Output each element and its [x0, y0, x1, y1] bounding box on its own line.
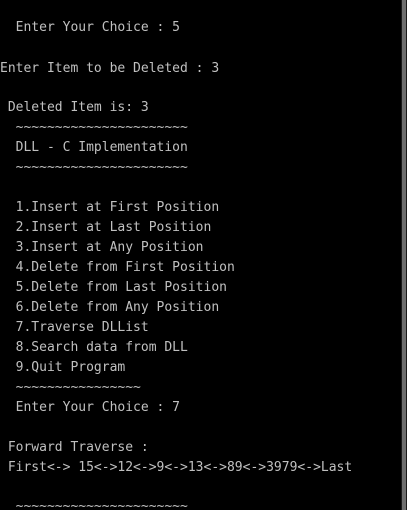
- console-line: ~~~~~~~~~~~~~~~~~~~~~~: [0, 160, 188, 175]
- menu-item-3: 3.Insert at Any Position: [0, 240, 204, 255]
- console-line: ~~~~~~~~~~~~~~~~~~~~~~: [0, 499, 188, 510]
- choice-prompt: Enter Your Choice : 7: [0, 400, 181, 415]
- menu-item-6: 6.Delete from Any Position: [0, 300, 220, 315]
- console-line: Enter Item to be Deleted : 3: [0, 61, 220, 76]
- traverse-output: First<-> 15<->12<->9<->13<->89<->3979<->…: [0, 460, 353, 475]
- console-line: ~~~~~~~~~~~~~~~~: [0, 380, 141, 395]
- menu-item-8: 8.Search data from DLL: [0, 340, 188, 355]
- console-line: Deleted Item is: 3: [0, 100, 149, 115]
- console-line: ~~~~~~~~~~~~~~~~~~~~~~: [0, 120, 188, 135]
- menu-item-7: 7.Traverse DLList: [0, 320, 149, 335]
- traverse-heading: Forward Traverse :: [0, 440, 149, 455]
- console-output: ~~~~~~~~~~~~~~~~ Enter Your Choice : 5 E…: [0, 0, 400, 510]
- console-line: Enter Your Choice : 5: [0, 20, 181, 35]
- console-window: ~~~~~~~~~~~~~~~~ Enter Your Choice : 5 E…: [0, 0, 407, 510]
- menu-item-5: 5.Delete from Last Position: [0, 280, 227, 295]
- menu-item-4: 4.Delete from First Position: [0, 260, 235, 275]
- menu-item-2: 2.Insert at Last Position: [0, 220, 212, 235]
- console-line: ~~~~~~~~~~~~~~~~: [0, 0, 141, 8]
- vertical-scrollbar[interactable]: [401, 0, 407, 510]
- menu-item-9: 9.Quit Program: [0, 360, 126, 375]
- menu-item-1: 1.Insert at First Position: [0, 200, 220, 215]
- scrollbar-thumb[interactable]: [402, 0, 406, 510]
- console-line: DLL - C Implementation: [0, 140, 188, 155]
